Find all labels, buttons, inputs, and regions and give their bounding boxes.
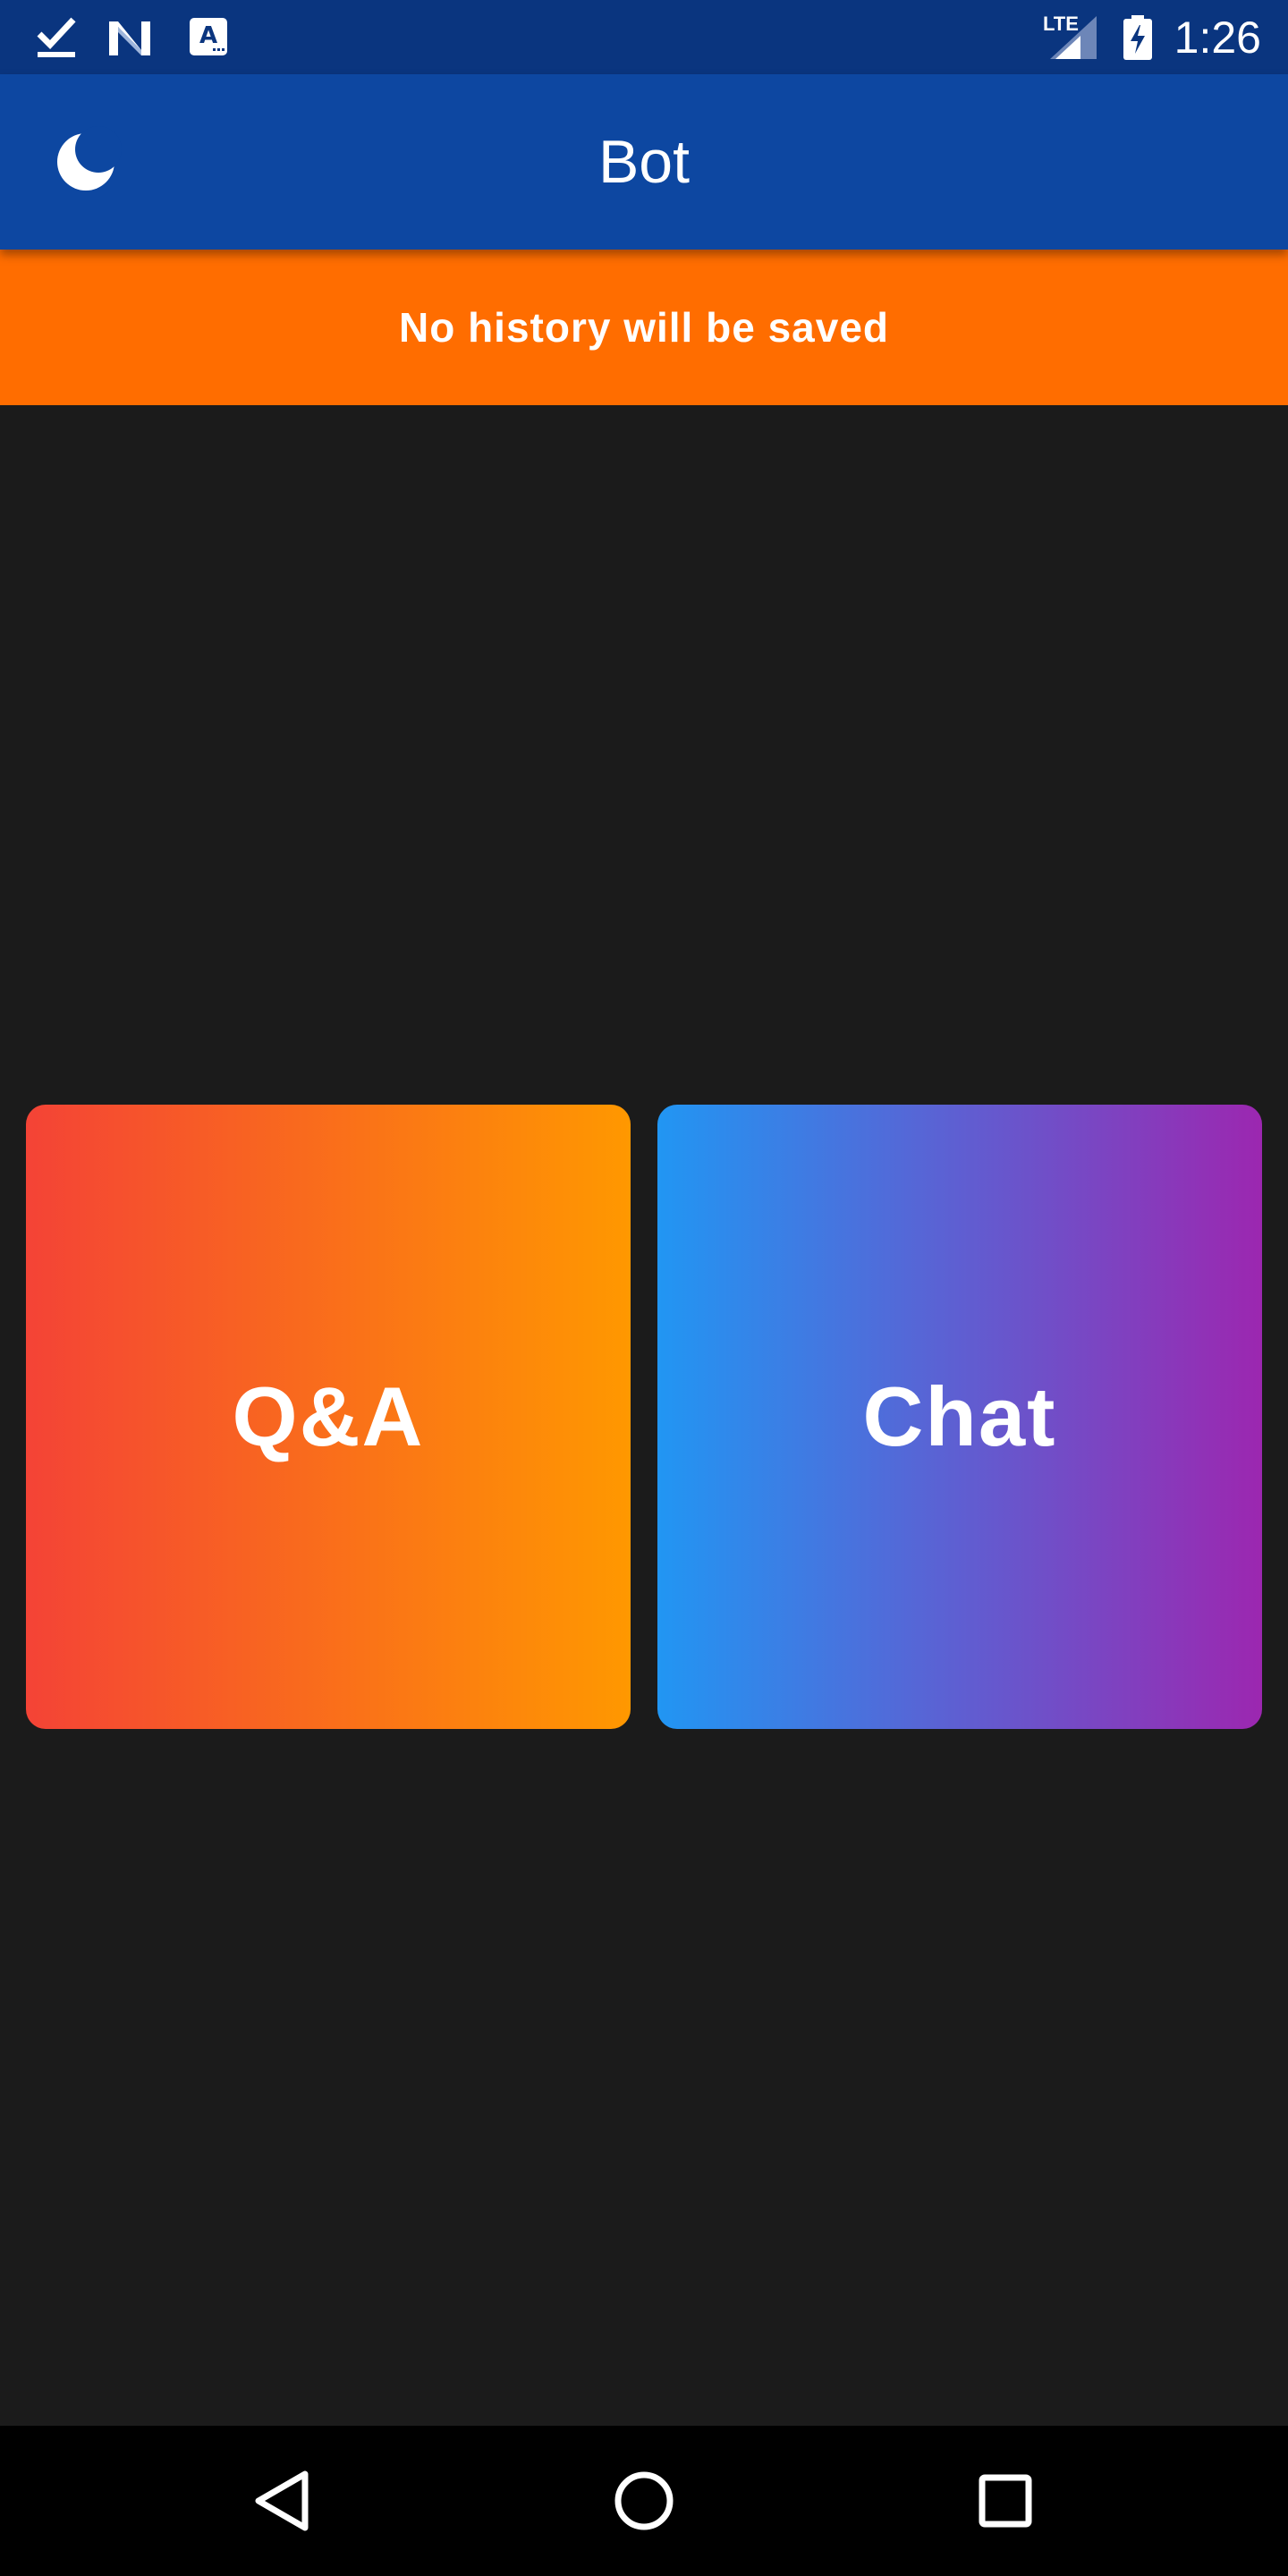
app-bar: Bot (0, 74, 1288, 250)
a-keyboard-icon: A (190, 18, 227, 55)
home-icon (614, 2471, 674, 2530)
app-title: Bot (597, 128, 691, 196)
home-button[interactable] (590, 2447, 698, 2555)
status-bar: A LTE 1:26 (0, 0, 1288, 74)
back-button[interactable] (229, 2447, 336, 2555)
chat-mode-card[interactable]: Chat (657, 1105, 1262, 1729)
network-type-label: LTE (1043, 13, 1079, 35)
qa-card-label: Q&A (232, 1369, 425, 1463)
app-screen: A LTE 1:26 Bot No history will be saved (0, 0, 1288, 2576)
recents-icon (979, 2474, 1032, 2528)
battery-charging-icon (1123, 15, 1152, 60)
status-time: 1:26 (1174, 13, 1261, 63)
chat-card-label: Chat (862, 1369, 1057, 1463)
recents-button[interactable] (952, 2447, 1059, 2555)
navigation-bar (0, 2426, 1288, 2576)
check-icon (37, 17, 76, 57)
svg-text:A: A (199, 22, 217, 49)
qa-mode-card[interactable]: Q&A (26, 1105, 631, 1729)
back-icon (255, 2470, 309, 2531)
no-history-banner: No history will be saved (0, 250, 1288, 405)
n-logo-icon (109, 21, 150, 55)
